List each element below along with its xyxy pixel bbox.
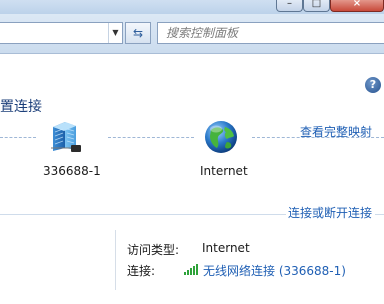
page-title: 置连接 <box>0 99 42 115</box>
access-type-label: 访问类型: <box>127 243 180 257</box>
network-icon[interactable] <box>49 119 85 153</box>
vertical-divider <box>115 230 116 290</box>
address-field[interactable]: ▼ <box>0 22 123 44</box>
chevron-down-icon[interactable]: ▼ <box>108 23 122 43</box>
minimize-button[interactable]: – <box>276 0 303 12</box>
wifi-signal-icon <box>184 264 198 275</box>
refresh-button[interactable]: ⇆ <box>125 22 151 44</box>
title-bar: – □ × <box>0 0 384 14</box>
section-divider <box>375 214 384 215</box>
map-connector-line <box>108 137 194 138</box>
internet-label: Internet <box>200 164 248 178</box>
section-divider <box>0 214 286 215</box>
map-connector-line <box>0 137 36 138</box>
address-toolbar: ▼ ⇆ 搜索控制面板 <box>0 14 384 54</box>
search-input[interactable]: 搜索控制面板 <box>157 22 384 44</box>
connection-label: 连接: <box>127 264 156 278</box>
wireless-connection-link[interactable]: 无线网络连接 (336688-1) <box>203 262 346 279</box>
maximize-button[interactable]: □ <box>303 0 330 12</box>
connect-disconnect-link[interactable]: 连接或断开连接 <box>288 204 372 221</box>
access-type-value: Internet <box>202 241 250 255</box>
network-name-label: 336688-1 <box>43 164 101 178</box>
help-icon[interactable]: ? <box>365 77 381 93</box>
map-connector-line <box>252 137 384 138</box>
close-button[interactable]: × <box>330 0 384 12</box>
refresh-icon: ⇆ <box>132 26 144 40</box>
globe-icon[interactable] <box>203 119 239 155</box>
search-placeholder: 搜索控制面板 <box>166 26 239 40</box>
